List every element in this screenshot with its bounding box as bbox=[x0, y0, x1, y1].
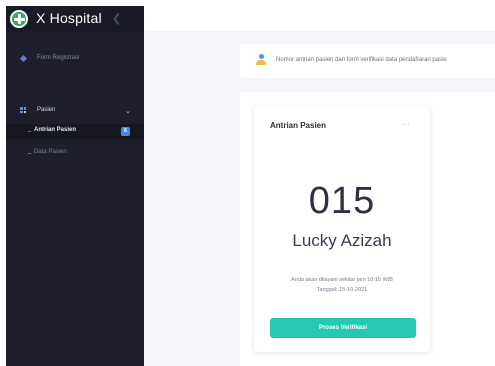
serve-time-text: Anda akan dilayani sekitar jam 10:15 WIB bbox=[291, 277, 393, 283]
queue-number: 015 bbox=[308, 180, 376, 222]
sidebar-item-label: Form Registrasi bbox=[37, 55, 80, 61]
hospital-logo-icon bbox=[10, 10, 28, 28]
sub-item-dash bbox=[28, 153, 31, 154]
sidebar-item-antrian-pasien[interactable]: Antrian Pasien 6 bbox=[6, 124, 144, 139]
proses-verifikasi-button[interactable]: Proses Verifikasi bbox=[270, 318, 416, 338]
grid-icon bbox=[20, 107, 26, 113]
diamond-icon bbox=[19, 54, 28, 63]
patient-name: Lucky Azizah bbox=[292, 231, 392, 250]
alert-text: Nomor antrian pasien dan form verifikasi… bbox=[276, 57, 447, 63]
info-alert: Nomor antrian pasien dan form verifikasi… bbox=[240, 44, 495, 78]
brand-title: X Hospital bbox=[36, 10, 102, 26]
sub-item-dash bbox=[28, 131, 31, 132]
chevron-left-icon[interactable]: ❮ bbox=[112, 12, 121, 25]
sidebar-item-data-pasien[interactable]: Data Pasien bbox=[6, 146, 144, 161]
sidebar-item-label: Data Pasien bbox=[34, 149, 67, 155]
sidebar-item-label: Pasien bbox=[37, 107, 56, 113]
brand-header: X Hospital ❮ bbox=[6, 6, 144, 32]
sidebar-item-pasien[interactable]: Pasien ⌄ bbox=[6, 104, 144, 120]
chevron-down-icon: ⌄ bbox=[125, 108, 131, 115]
count-badge: 6 bbox=[121, 127, 130, 136]
top-bar bbox=[144, 6, 495, 32]
main-content: Nomor antrian pasien dan form verifikasi… bbox=[144, 32, 495, 366]
queue-card: Antrian Pasien ... 015 Lucky Azizah Anda… bbox=[254, 106, 430, 352]
card-title: Antrian Pasien bbox=[270, 121, 327, 130]
more-options-icon[interactable]: ... bbox=[402, 118, 410, 127]
date-text: Tanggal: 15-10-2021 bbox=[316, 287, 368, 293]
user-info-icon bbox=[256, 54, 266, 67]
sidebar: X Hospital ❮ Form Registrasi Pasien ⌄ An… bbox=[6, 6, 144, 366]
sidebar-item-form-registrasi[interactable]: Form Registrasi bbox=[6, 52, 144, 68]
sidebar-item-label: Antrian Pasien bbox=[34, 127, 77, 133]
